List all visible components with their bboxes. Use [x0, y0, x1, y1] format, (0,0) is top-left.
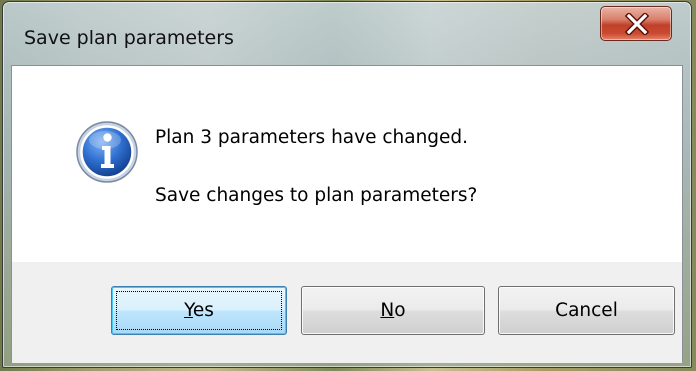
yes-mnemonic: Y [184, 300, 193, 321]
no-button-label: No [380, 300, 405, 321]
cancel-button[interactable]: Cancel [498, 286, 675, 335]
dialog-window: Save plan parameters Plan 3 parameters h… [2, 1, 692, 368]
dialog-client-area: Plan 3 parameters have changed. Save cha… [11, 65, 683, 363]
information-icon [76, 121, 138, 183]
yes-button-label: Yes [184, 300, 214, 321]
title-bar[interactable]: Save plan parameters [3, 2, 691, 64]
yes-label-rest: es [192, 300, 214, 321]
button-bar: Yes No Cancel [12, 262, 682, 363]
cancel-button-label: Cancel [555, 300, 618, 321]
no-button[interactable]: No [301, 286, 485, 335]
message-line-1: Plan 3 parameters have changed. [155, 127, 469, 148]
no-mnemonic: N [380, 300, 395, 321]
no-label-rest: o [394, 300, 406, 321]
close-button[interactable] [600, 6, 672, 41]
close-x-icon [625, 13, 649, 35]
yes-button[interactable]: Yes [111, 286, 287, 335]
window-title: Save plan parameters [24, 27, 234, 49]
message-line-2: Save changes to plan parameters? [155, 185, 478, 206]
message-area: Plan 3 parameters have changed. Save cha… [12, 66, 682, 262]
